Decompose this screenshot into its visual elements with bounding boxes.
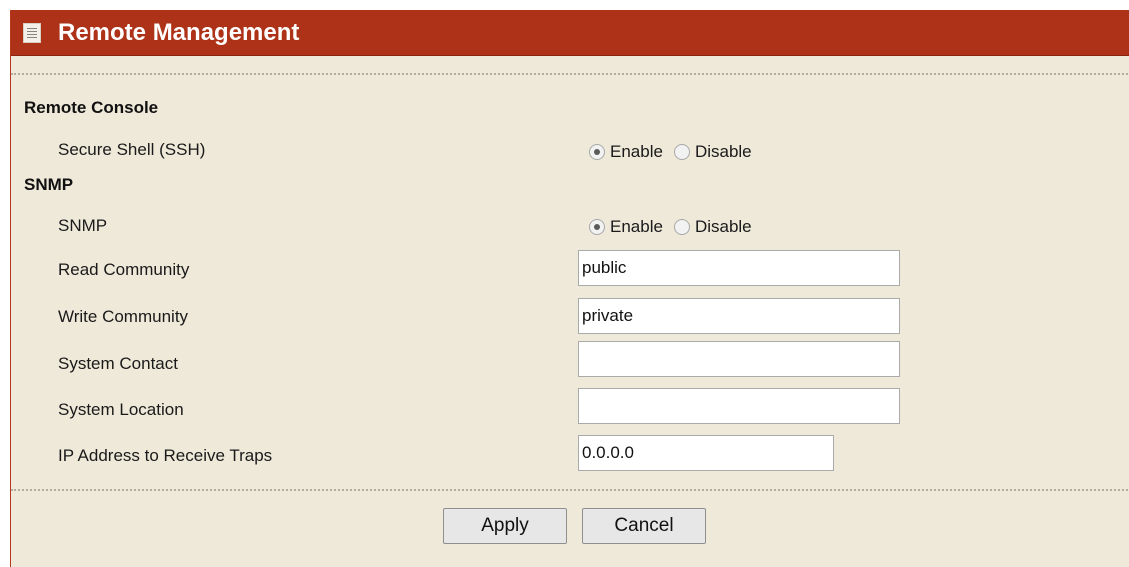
write-community-input[interactable]: [578, 298, 900, 334]
document-icon: [23, 23, 41, 43]
top-divider: [11, 73, 1128, 75]
title-bar: Remote Management: [11, 10, 1129, 56]
section-title-remote-console: Remote Console: [24, 98, 159, 117]
system-contact-input[interactable]: [578, 341, 900, 377]
trap-ip-input[interactable]: [578, 435, 834, 471]
page-title: Remote Management: [58, 19, 300, 46]
snmp-enable-radio[interactable]: [589, 219, 605, 235]
snmp-enable-label: Enable: [610, 217, 663, 236]
ssh-disable-label: Disable: [694, 142, 752, 161]
trap-ip-label: IP Address to Receive Traps: [58, 446, 273, 465]
remote-management-panel: Remote Management Remote Console Secure …: [10, 10, 1129, 567]
snmp-disable-option[interactable]: Disable: [673, 217, 752, 237]
write-community-label: Write Community: [58, 307, 189, 326]
snmp-enable-option[interactable]: Enable: [589, 217, 663, 237]
read-community-label: Read Community: [58, 260, 190, 279]
snmp-disable-radio[interactable]: [673, 219, 690, 235]
ssh-enable-radio[interactable]: [589, 144, 605, 160]
ssh-radio-group: Enable Disable: [589, 142, 763, 162]
ssh-enable-option[interactable]: Enable: [589, 142, 663, 162]
apply-button[interactable]: Apply: [443, 508, 567, 544]
snmp-disable-label: Disable: [694, 217, 752, 236]
bottom-divider: [11, 489, 1128, 491]
system-location-input[interactable]: [578, 388, 900, 424]
section-title-snmp: SNMP: [24, 175, 74, 194]
snmp-radio-group: Enable Disable: [589, 217, 763, 237]
ssh-enable-label: Enable: [610, 142, 663, 161]
ssh-label: Secure Shell (SSH): [58, 140, 206, 159]
read-community-input[interactable]: [578, 250, 900, 286]
system-contact-label: System Contact: [58, 354, 178, 373]
ssh-disable-option[interactable]: Disable: [673, 142, 752, 162]
ssh-disable-radio[interactable]: [673, 144, 690, 160]
cancel-button[interactable]: Cancel: [582, 508, 706, 544]
system-location-label: System Location: [58, 400, 184, 419]
snmp-label: SNMP: [58, 216, 108, 235]
